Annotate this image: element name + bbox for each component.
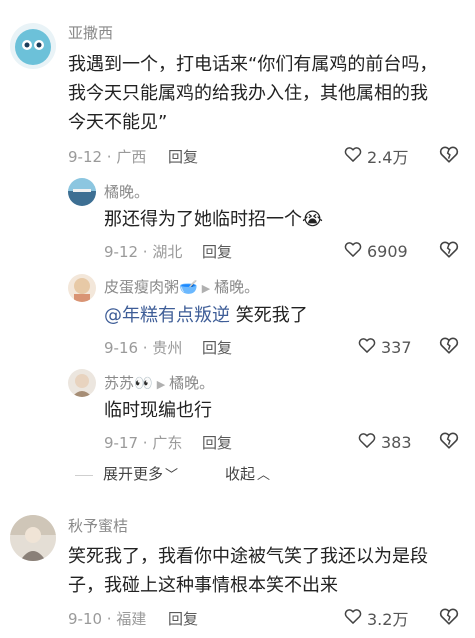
reply-username[interactable]: 橘晚。 [104, 181, 149, 202]
avatar[interactable] [10, 515, 56, 561]
replies-toggle-row: 展开更多 ﹀ 收起 ︿ [75, 463, 475, 489]
avatar[interactable] [68, 274, 96, 302]
broken-heart-icon [438, 608, 460, 631]
comment-text-line: 我今天只能属鸡的给我办入住，其他属相的我 [68, 83, 428, 104]
avatar[interactable] [68, 178, 96, 206]
chevron-up-icon: ︿ [257, 468, 271, 483]
mention-link[interactable]: @年糕有点叛逆 [104, 305, 230, 326]
comment-username[interactable]: 秋予蜜桔 [68, 515, 128, 536]
reply-button[interactable]: 回复 [168, 608, 198, 629]
reply-text: @年糕有点叛逆 笑死我了 [104, 301, 308, 330]
reply-button[interactable]: 回复 [202, 337, 232, 358]
like-button[interactable]: 3.2万 [343, 606, 408, 630]
comment-meta: 9-12 · 广西 [68, 148, 147, 166]
reply-text-content: 笑死我了 [230, 305, 308, 326]
like-count: 383 [381, 432, 412, 452]
broken-heart-icon [438, 241, 460, 264]
reply-author[interactable]: 皮蛋瘦肉粥🥣 [104, 278, 198, 296]
avatar[interactable] [10, 23, 56, 69]
dislike-button[interactable] [438, 605, 460, 627]
reply-target[interactable]: 橘晚。 [214, 278, 259, 296]
reply-button[interactable]: 回复 [168, 146, 198, 167]
comment-text-line: 笑死我了，我看你中途被气笑了我还以为是段 [68, 546, 428, 567]
comment-username[interactable]: 亚撒西 [68, 22, 113, 43]
reply-author[interactable]: 苏苏👀 [104, 374, 153, 392]
reply-meta: 9-12 · 湖北 [104, 243, 183, 261]
broken-heart-icon [438, 337, 460, 360]
divider [75, 475, 93, 476]
dislike-button[interactable] [438, 238, 460, 260]
avatar[interactable] [68, 369, 96, 397]
heart-outline-icon [357, 335, 381, 359]
caret-right-icon: ▶ [201, 282, 211, 295]
dislike-button[interactable] [438, 429, 460, 451]
like-count: 3.2万 [367, 610, 409, 629]
comment-text-line: 今天不能见” [68, 112, 168, 133]
reply-text: 临时现编也行 [104, 400, 212, 421]
heart-outline-icon [357, 430, 381, 454]
reply-meta: 9-17 · 广东 [104, 434, 183, 452]
reply-text: 那还得为了她临时招一个😭 [104, 209, 324, 230]
comment-text-line: 我遇到一个，打电话来“你们有属鸡的前台吗， [68, 54, 438, 75]
comment-text: 我遇到一个，打电话来“你们有属鸡的前台吗， 我今天只能属鸡的给我办入住，其他属相… [68, 50, 468, 137]
reply-meta: 9-16 · 贵州 [104, 339, 183, 357]
reply-target[interactable]: 橘晚。 [169, 374, 214, 392]
like-count: 6909 [367, 241, 408, 261]
caret-right-icon: ▶ [156, 378, 166, 391]
dislike-button[interactable] [438, 143, 460, 165]
broken-heart-icon [438, 146, 460, 169]
dislike-button[interactable] [438, 334, 460, 356]
heart-outline-icon [343, 606, 367, 630]
like-button[interactable]: 337 [357, 335, 412, 359]
like-button[interactable]: 383 [357, 430, 412, 454]
chevron-down-icon: ﹀ [165, 468, 179, 483]
heart-outline-icon [343, 144, 367, 168]
like-count: 337 [381, 337, 412, 357]
collapse-label: 收起 [225, 465, 256, 483]
heart-outline-icon [343, 239, 367, 263]
like-count: 2.4万 [367, 148, 409, 167]
comment-text: 笑死我了，我看你中途被气笑了我还以为是段 子，我碰上这种事情根本笑不出来 [68, 542, 468, 600]
collapse-button[interactable]: 收起 ︿ [225, 463, 270, 484]
reply-button[interactable]: 回复 [202, 432, 232, 453]
comment-thread: 亚撒西 我遇到一个，打电话来“你们有属鸡的前台吗， 我今天只能属鸡的给我办入住，… [0, 0, 475, 638]
broken-heart-icon [438, 432, 460, 455]
expand-label: 展开更多 [103, 465, 164, 483]
reply-username: 皮蛋瘦肉粥🥣 ▶ 橘晚。 [104, 276, 259, 297]
expand-more-button[interactable]: 展开更多 ﹀ [103, 463, 178, 484]
like-button[interactable]: 6909 [343, 239, 408, 263]
like-button[interactable]: 2.4万 [343, 144, 408, 168]
reply-button[interactable]: 回复 [202, 241, 232, 262]
comment-text-line: 子，我碰上这种事情根本笑不出来 [68, 575, 338, 596]
comment-meta: 9-10 · 福建 [68, 610, 147, 628]
reply-username: 苏苏👀 ▶ 橘晚。 [104, 372, 214, 393]
